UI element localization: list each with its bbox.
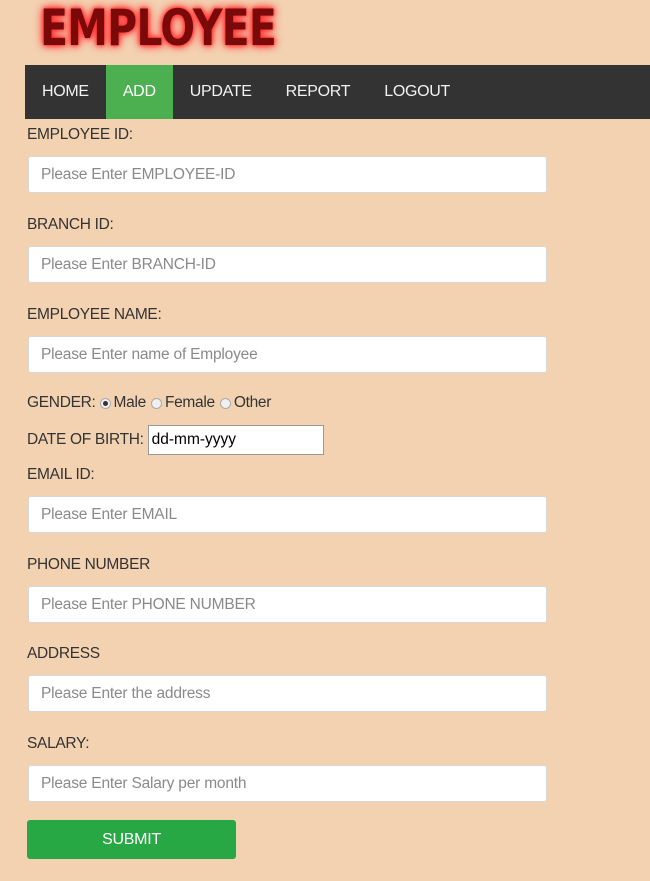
nav-report[interactable]: REPORT	[269, 65, 368, 119]
phone-field[interactable]	[28, 586, 547, 623]
email-field[interactable]	[28, 496, 547, 533]
nav-home[interactable]: HOME	[25, 65, 106, 119]
branch-id-label: BRANCH ID:	[27, 216, 114, 233]
salary-label: SALARY:	[27, 735, 90, 752]
gender-other-radio[interactable]	[219, 397, 231, 409]
gender-male-radio[interactable]	[99, 397, 111, 409]
employee-id-field[interactable]	[28, 156, 547, 193]
salary-field[interactable]	[28, 765, 547, 802]
employee-name-label: EMPLOYEE NAME:	[27, 306, 162, 323]
gender-label: GENDER:	[27, 394, 96, 411]
dob-label: DATE OF BIRTH:	[27, 431, 144, 448]
gender-female-label: Female	[164, 394, 215, 411]
gender-male-label: Male	[113, 394, 147, 411]
submit-button[interactable]: SUBMIT	[27, 820, 236, 859]
branch-id-field[interactable]	[28, 246, 547, 283]
dob-field[interactable]	[147, 425, 324, 455]
dob-row: DATE OF BIRTH:	[27, 425, 324, 455]
employee-id-label: EMPLOYEE ID:	[27, 126, 133, 143]
phone-label: PHONE NUMBER	[27, 556, 150, 573]
address-field[interactable]	[28, 675, 547, 712]
gender-row: GENDER: Male Female Other	[27, 394, 272, 412]
address-label: ADDRESS	[27, 645, 100, 662]
email-label: EMAIL ID:	[27, 466, 95, 483]
main-navbar: HOME ADD UPDATE REPORT LOGOUT	[25, 65, 650, 119]
nav-update[interactable]: UPDATE	[173, 65, 269, 119]
app-logo: EMPLOYEE	[40, 0, 277, 57]
gender-female-radio[interactable]	[150, 397, 162, 409]
nav-logout[interactable]: LOGOUT	[367, 65, 467, 119]
gender-other-label: Other	[233, 394, 272, 411]
employee-name-field[interactable]	[28, 336, 547, 373]
nav-add[interactable]: ADD	[105, 65, 173, 119]
